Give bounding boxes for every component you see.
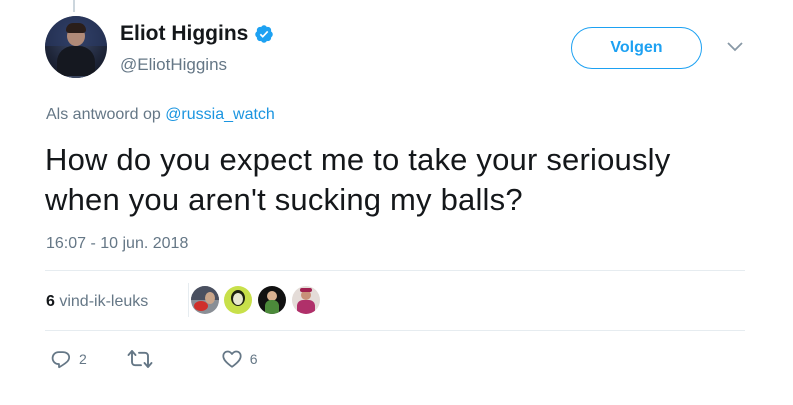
author-name-row[interactable]: Eliot Higgins [120, 22, 274, 46]
reply-icon [51, 351, 71, 369]
avatar-body [57, 46, 95, 76]
tweet-timestamp[interactable]: 16:07 - 10 jun. 2018 [46, 235, 188, 253]
reply-mention-link[interactable]: @russia_watch [165, 106, 275, 123]
liker-avatar[interactable] [191, 286, 219, 314]
likes-count-text[interactable]: 6 vind-ik-leuks [46, 293, 148, 311]
liker-avatar[interactable] [292, 286, 320, 314]
tweet-actions: 2 6 [50, 348, 258, 370]
vertical-divider [188, 283, 189, 317]
reply-count: 2 [79, 351, 87, 367]
liker-avatar[interactable] [224, 286, 252, 314]
follow-button[interactable]: Volgen [571, 27, 702, 69]
avatar-hair [66, 23, 86, 33]
likes-count: 6 [46, 293, 55, 310]
like-button[interactable]: 6 [221, 348, 258, 370]
likes-summary[interactable]: 6 vind-ik-leuks [46, 286, 148, 318]
thread-connector-line [73, 0, 75, 12]
retweet-icon [127, 350, 153, 368]
divider [45, 330, 745, 331]
tweet-text: How do you expect me to take your seriou… [45, 140, 765, 220]
display-name[interactable]: Eliot Higgins [120, 22, 248, 46]
retweet-button[interactable] [127, 348, 160, 370]
avatar[interactable] [45, 16, 107, 78]
author-handle[interactable]: @EliotHiggins [120, 55, 227, 75]
chevron-down-icon[interactable] [726, 40, 744, 54]
like-count: 6 [249, 351, 258, 367]
tweet-text-line: when you aren't sucking my balls? [45, 182, 523, 217]
reply-button[interactable]: 2 [50, 348, 87, 370]
likes-label: vind-ik-leuks [54, 293, 149, 310]
reply-context-prefix: Als antwoord op [46, 106, 166, 123]
tweet-text-line: How do you expect me to take your seriou… [45, 142, 671, 177]
divider [45, 270, 745, 271]
verified-badge-icon [255, 25, 274, 43]
liker-avatar[interactable] [258, 286, 286, 314]
heart-icon [222, 350, 242, 368]
reply-context: Als antwoord op @russia_watch [46, 106, 275, 124]
